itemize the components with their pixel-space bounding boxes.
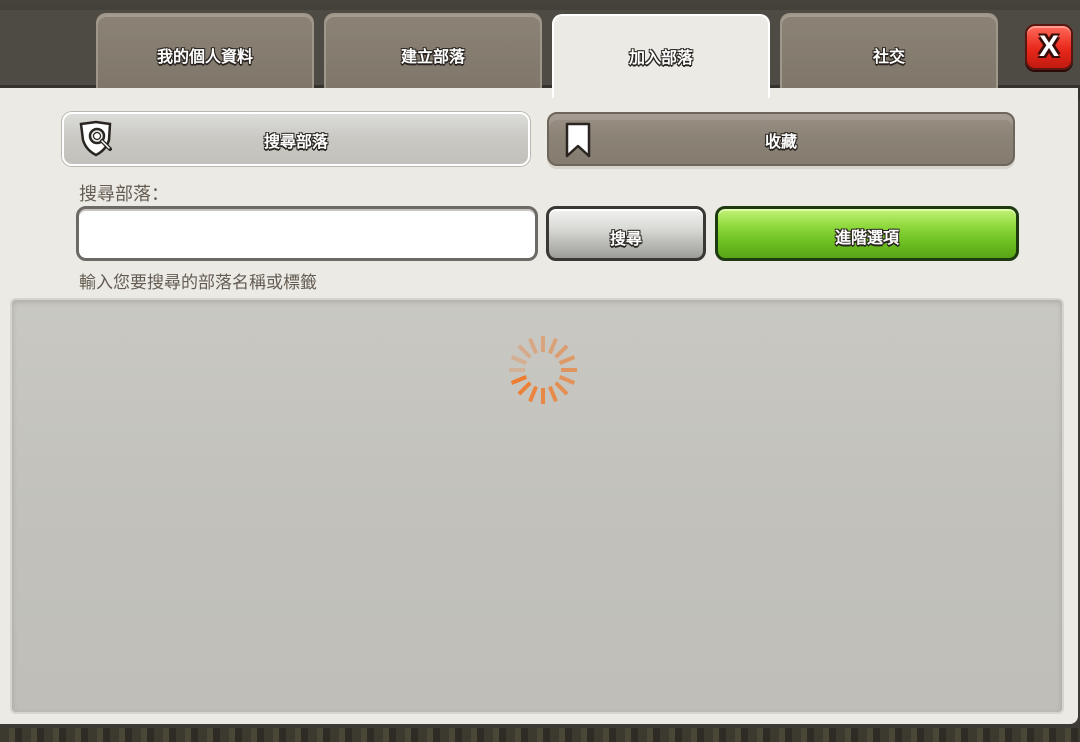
spinner-tick bbox=[554, 344, 569, 359]
spinner-tick bbox=[510, 375, 528, 385]
spinner-tick bbox=[554, 381, 569, 396]
subtab-label: 收藏 bbox=[764, 132, 797, 151]
tab-label: 社交 bbox=[872, 47, 905, 66]
spinner-tick bbox=[548, 337, 558, 355]
spinner-tick bbox=[517, 381, 532, 396]
clan-search-input[interactable] bbox=[76, 206, 538, 261]
advanced-options-button[interactable]: 進階選項 bbox=[715, 206, 1019, 261]
search-button[interactable]: 搜尋 bbox=[546, 206, 706, 261]
subtab-search-clans[interactable]: 搜尋部落 bbox=[62, 112, 530, 166]
main-panel: 搜尋部落 收藏 搜尋部落： 搜尋 進階選項 輸入您要搜尋的部落名稱或標籤 bbox=[0, 88, 1078, 724]
search-button-label: 搜尋 bbox=[609, 228, 642, 248]
loading-spinner-icon bbox=[503, 330, 583, 410]
spinner-tick bbox=[510, 355, 528, 365]
results-area bbox=[10, 298, 1064, 714]
tab-label: 建立部落 bbox=[400, 47, 465, 66]
close-icon: X bbox=[1038, 30, 1059, 63]
advanced-options-label: 進階選項 bbox=[834, 228, 899, 247]
spinner-tick bbox=[558, 375, 576, 385]
spinner-tick bbox=[517, 344, 532, 359]
tab-social[interactable]: 社交 bbox=[780, 13, 998, 97]
backdrop-bottom bbox=[0, 728, 1080, 742]
spinner-tick bbox=[528, 385, 538, 403]
search-caption: 搜尋部落： bbox=[79, 184, 169, 205]
tab-label: 我的個人資料 bbox=[156, 47, 253, 66]
spinner-tick bbox=[558, 355, 576, 365]
spinner-tick bbox=[528, 337, 538, 355]
tab-create-clan[interactable]: 建立部落 bbox=[324, 13, 542, 97]
close-button[interactable]: X bbox=[1025, 24, 1073, 70]
spinner-tick bbox=[548, 385, 558, 403]
tab-my-profile[interactable]: 我的個人資料 bbox=[96, 13, 314, 97]
tab-join-clan[interactable]: 加入部落 bbox=[552, 14, 770, 98]
tab-label: 加入部落 bbox=[628, 48, 693, 67]
search-hint: 輸入您要搜尋的部落名稱或標籤 bbox=[79, 273, 317, 293]
subtab-label: 搜尋部落 bbox=[263, 132, 328, 151]
subtab-bookmarks[interactable]: 收藏 bbox=[547, 112, 1015, 166]
